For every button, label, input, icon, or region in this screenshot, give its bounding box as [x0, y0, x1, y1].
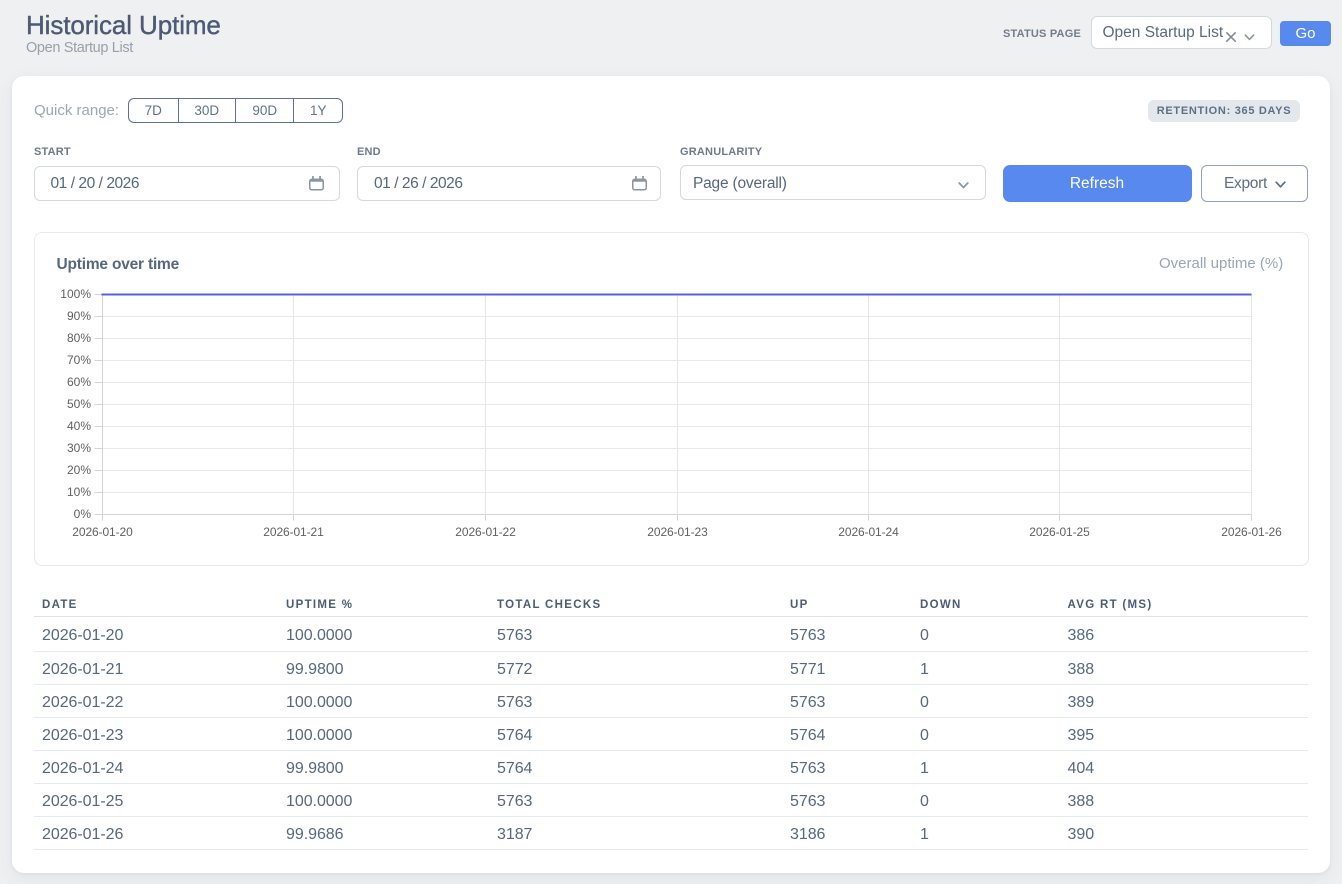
svg-text:2026-01-22: 2026-01-22 [455, 525, 516, 539]
svg-text:60%: 60% [67, 375, 91, 389]
svg-text:2026-01-20: 2026-01-20 [72, 525, 133, 539]
svg-text:80%: 80% [67, 331, 91, 345]
svg-text:2026-01-25: 2026-01-25 [1029, 525, 1090, 539]
svg-text:90%: 90% [67, 309, 91, 323]
svg-text:10%: 10% [67, 485, 91, 499]
svg-text:2026-01-21: 2026-01-21 [263, 525, 324, 539]
svg-text:70%: 70% [67, 353, 91, 367]
svg-text:2026-01-23: 2026-01-23 [647, 525, 708, 539]
svg-text:30%: 30% [67, 441, 91, 455]
svg-text:2026-01-24: 2026-01-24 [838, 525, 899, 539]
svg-text:50%: 50% [67, 397, 91, 411]
svg-text:2026-01-26: 2026-01-26 [1221, 525, 1282, 539]
svg-text:20%: 20% [67, 463, 91, 477]
svg-text:0%: 0% [74, 507, 92, 521]
svg-text:100%: 100% [60, 287, 91, 301]
svg-text:40%: 40% [67, 419, 91, 433]
